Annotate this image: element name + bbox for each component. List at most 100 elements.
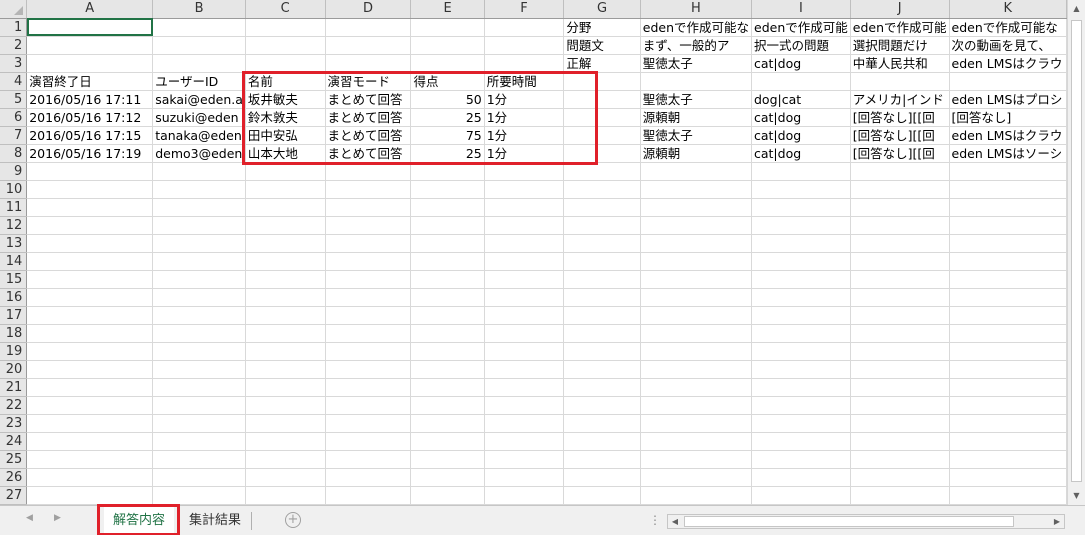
cell-k21[interactable] [949,378,1067,397]
cell-c3[interactable] [245,54,326,73]
cell-j16[interactable] [850,288,950,307]
cell-f8[interactable]: 1分 [484,144,565,163]
row-header[interactable]: 8 [0,144,28,163]
cell-e1[interactable] [410,18,485,37]
cell-b11[interactable] [152,198,246,217]
cell-c16[interactable] [245,288,326,307]
cell-g6[interactable] [563,108,641,127]
row-header[interactable]: 6 [0,108,28,127]
cell-j4[interactable] [850,72,950,91]
cell-g2[interactable]: 問題文 [563,36,641,55]
cell-f6[interactable]: 1分 [484,108,565,127]
row-header[interactable]: 11 [0,198,28,217]
cell-j20[interactable] [850,360,950,379]
cell-e4[interactable]: 得点 [410,72,485,91]
cell-h11[interactable] [640,198,753,217]
cell-e18[interactable] [410,324,485,343]
cell-b21[interactable] [152,378,246,397]
cell-d12[interactable] [325,216,412,235]
scroll-left-icon[interactable]: ◀ [668,515,682,528]
cell-b27[interactable] [152,486,246,505]
cell-i23[interactable] [751,414,851,433]
cell-j17[interactable] [850,306,950,325]
cell-b2[interactable] [152,36,246,55]
cell-h15[interactable] [640,270,753,289]
cell-e3[interactable] [410,54,485,73]
cell-j7[interactable]: [回答なし][[回 [850,126,950,145]
cell-d9[interactable] [325,162,412,181]
row-header[interactable]: 14 [0,252,28,271]
cell-g11[interactable] [563,198,641,217]
cell-a18[interactable] [26,324,154,343]
cell-c15[interactable] [245,270,326,289]
cell-a6[interactable]: 2016/05/16 17:12 [26,108,154,127]
cell-e15[interactable] [410,270,485,289]
cell-i4[interactable] [751,72,851,91]
cell-d23[interactable] [325,414,412,433]
cell-k16[interactable] [949,288,1067,307]
cell-a16[interactable] [26,288,154,307]
cell-f27[interactable] [484,486,565,505]
cell-c26[interactable] [245,468,326,487]
cell-a2[interactable] [26,36,154,55]
cell-k2[interactable]: 次の動画を見て、 [949,36,1067,55]
cell-i24[interactable] [751,432,851,451]
cell-k20[interactable] [949,360,1067,379]
cell-g8[interactable] [563,144,641,163]
row-header[interactable]: 3 [0,54,28,73]
cell-d11[interactable] [325,198,412,217]
cell-a14[interactable] [26,252,154,271]
row-header[interactable]: 7 [0,126,28,145]
cell-h14[interactable] [640,252,753,271]
cell-f19[interactable] [484,342,565,361]
cell-j14[interactable] [850,252,950,271]
row-header[interactable]: 10 [0,180,28,199]
cell-h7[interactable]: 聖徳太子 [640,126,753,145]
row-header[interactable]: 2 [0,36,28,55]
cell-i5[interactable]: dog|cat [751,90,851,109]
cell-d8[interactable]: まとめて回答 [325,144,412,163]
cell-k22[interactable] [949,396,1067,415]
cell-b15[interactable] [152,270,246,289]
cell-d1[interactable] [325,18,412,37]
vertical-scrollbar[interactable]: ▲ ▼ [1067,0,1085,505]
cell-e27[interactable] [410,486,485,505]
cell-b6[interactable]: suzuki@eden [152,108,246,127]
cell-k26[interactable] [949,468,1067,487]
cell-k8[interactable]: eden LMSはソーシ [949,144,1067,163]
cell-h13[interactable] [640,234,753,253]
cell-b25[interactable] [152,450,246,469]
cell-d27[interactable] [325,486,412,505]
cell-e20[interactable] [410,360,485,379]
cell-b24[interactable] [152,432,246,451]
cell-e23[interactable] [410,414,485,433]
cell-h19[interactable] [640,342,753,361]
splitter-handle-icon[interactable]: ⋮ [649,513,661,527]
column-header-e[interactable]: E [410,0,485,19]
cell-c10[interactable] [245,180,326,199]
cell-b16[interactable] [152,288,246,307]
cell-d21[interactable] [325,378,412,397]
cell-d15[interactable] [325,270,412,289]
cell-a19[interactable] [26,342,154,361]
cell-b20[interactable] [152,360,246,379]
plus-circle-icon[interactable]: + [285,512,301,528]
cell-g3[interactable]: 正解 [563,54,641,73]
cell-i18[interactable] [751,324,851,343]
cell-i8[interactable]: cat|dog [751,144,851,163]
cell-j2[interactable]: 選択問題だけ [850,36,950,55]
row-header[interactable]: 17 [0,306,28,325]
cell-e11[interactable] [410,198,485,217]
cell-k13[interactable] [949,234,1067,253]
cell-e14[interactable] [410,252,485,271]
row-header[interactable]: 25 [0,450,28,469]
cell-d7[interactable]: まとめて回答 [325,126,412,145]
cell-c8[interactable]: 山本大地 [245,144,326,163]
cell-b17[interactable] [152,306,246,325]
cell-b23[interactable] [152,414,246,433]
cell-g1[interactable]: 分野 [563,18,641,37]
cell-g18[interactable] [563,324,641,343]
cell-i12[interactable] [751,216,851,235]
row-header[interactable]: 24 [0,432,28,451]
cell-a17[interactable] [26,306,154,325]
